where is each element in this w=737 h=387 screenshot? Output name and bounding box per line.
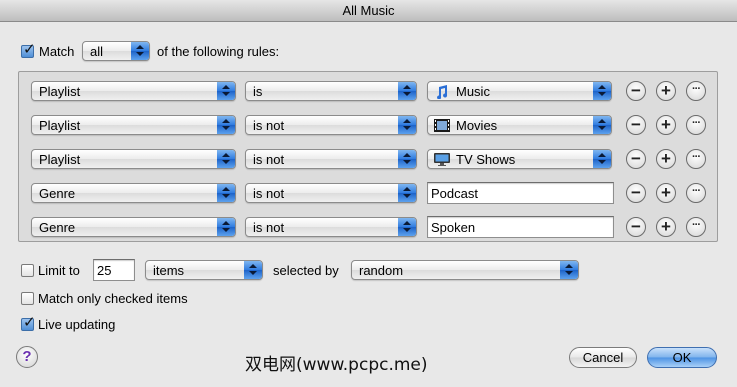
rule-field-popup-value: Playlist: [39, 152, 81, 167]
remove-rule-button[interactable]: −: [626, 183, 646, 203]
remove-rule-button[interactable]: −: [626, 81, 646, 101]
rule-operator-popup[interactable]: is not: [245, 149, 417, 169]
selected-by-popup[interactable]: random: [351, 260, 579, 280]
add-rule-button[interactable]: +: [656, 217, 676, 237]
rule-operator-popup-value: is not: [253, 220, 285, 235]
rule-field-popup[interactable]: Genre: [31, 217, 236, 237]
match-mode-value: all: [90, 44, 104, 59]
limit-count-field[interactable]: 25: [93, 259, 135, 281]
watermark: 双电网(www.pcpc.me): [245, 355, 428, 375]
rule-field-popup[interactable]: Playlist: [31, 149, 236, 169]
popup-arrows-icon: [398, 82, 416, 100]
rule-value-text: Podcast: [431, 186, 478, 201]
remove-rule-button[interactable]: −: [626, 149, 646, 169]
match-checkbox[interactable]: ✓: [21, 41, 36, 58]
popup-arrows-icon: [593, 116, 611, 134]
rule-value-popup[interactable]: Movies: [427, 115, 612, 135]
film-icon: [434, 119, 450, 132]
rule-value-popup-value: Movies: [456, 118, 498, 133]
rule-field-popup[interactable]: Playlist: [31, 115, 236, 135]
more-options-button[interactable]: ···: [686, 217, 706, 237]
live-updating-checkbox[interactable]: ✓: [21, 314, 36, 331]
rule-value-popup[interactable]: Music: [427, 81, 612, 101]
more-options-button[interactable]: ···: [686, 149, 706, 169]
rule-field-popup-value: Playlist: [39, 118, 81, 133]
help-button[interactable]: ?: [16, 346, 38, 368]
selected-by-label: selected by: [273, 263, 339, 278]
rule-value-popup-value: Music: [456, 84, 490, 99]
rule-value-field[interactable]: Spoken: [427, 216, 614, 238]
match-checked-label: Match only checked items: [38, 291, 188, 306]
limit-checkbox[interactable]: [21, 264, 34, 277]
rule-operator-popup[interactable]: is not: [245, 183, 417, 203]
rule-operator-popup-value: is not: [253, 118, 285, 133]
add-rule-button[interactable]: +: [656, 183, 676, 203]
limit-unit-popup[interactable]: items: [145, 260, 263, 280]
popup-arrows-icon: [398, 116, 416, 134]
match-label: Match: [39, 44, 75, 59]
popup-arrows-icon: [217, 150, 235, 168]
popup-arrows-icon: [131, 42, 149, 60]
rule-operator-popup-value: is not: [253, 186, 285, 201]
rule-operator-popup-value: is: [253, 84, 263, 99]
add-rule-button[interactable]: +: [656, 115, 676, 135]
rule-field-popup-value: Genre: [39, 186, 76, 201]
rule-operator-popup[interactable]: is not: [245, 217, 417, 237]
music-note-icon: [434, 85, 450, 100]
rule-value-text: Spoken: [431, 220, 476, 235]
match-mode-popup[interactable]: all: [82, 41, 150, 61]
remove-rule-button[interactable]: −: [626, 115, 646, 135]
window-title: All Music: [0, 0, 737, 22]
add-rule-button[interactable]: +: [656, 149, 676, 169]
add-rule-button[interactable]: +: [656, 81, 676, 101]
remove-rule-button[interactable]: −: [626, 217, 646, 237]
popup-arrows-icon: [217, 116, 235, 134]
popup-arrows-icon: [398, 218, 416, 236]
rule-operator-popup-value: is not: [253, 152, 285, 167]
limit-count-value: 25: [97, 263, 112, 278]
rule-value-field[interactable]: Podcast: [427, 182, 614, 204]
rule-value-popup[interactable]: TV Shows: [427, 149, 612, 169]
match-checked-checkbox[interactable]: [21, 292, 34, 305]
ok-button[interactable]: OK: [647, 347, 717, 368]
rule-field-popup[interactable]: Playlist: [31, 81, 236, 101]
popup-arrows-icon: [398, 150, 416, 168]
cancel-button[interactable]: Cancel: [569, 347, 637, 368]
popup-arrows-icon: [217, 218, 235, 236]
live-updating-label: Live updating: [38, 317, 116, 332]
selected-by-value: random: [359, 263, 404, 278]
popup-arrows-icon: [593, 150, 611, 168]
rule-field-popup-value: Genre: [39, 220, 76, 235]
limit-label: Limit to: [38, 263, 80, 278]
popup-arrows-icon: [560, 261, 578, 279]
match-suffix-label: of the following rules:: [157, 44, 280, 59]
more-options-button[interactable]: ···: [686, 183, 706, 203]
tv-icon: [434, 153, 450, 166]
rule-value-popup-value: TV Shows: [456, 152, 516, 167]
popup-arrows-icon: [244, 261, 262, 279]
rule-field-popup-value: Playlist: [39, 84, 81, 99]
rule-operator-popup[interactable]: is: [245, 81, 417, 101]
popup-arrows-icon: [593, 82, 611, 100]
rule-field-popup[interactable]: Genre: [31, 183, 236, 203]
checkmark-icon: ✓: [23, 41, 36, 58]
checkmark-icon: ✓: [23, 314, 36, 331]
more-options-button[interactable]: ···: [686, 115, 706, 135]
popup-arrows-icon: [217, 82, 235, 100]
limit-unit-value: items: [153, 263, 185, 278]
more-options-button[interactable]: ···: [686, 81, 706, 101]
popup-arrows-icon: [217, 184, 235, 202]
rule-operator-popup[interactable]: is not: [245, 115, 417, 135]
popup-arrows-icon: [398, 184, 416, 202]
